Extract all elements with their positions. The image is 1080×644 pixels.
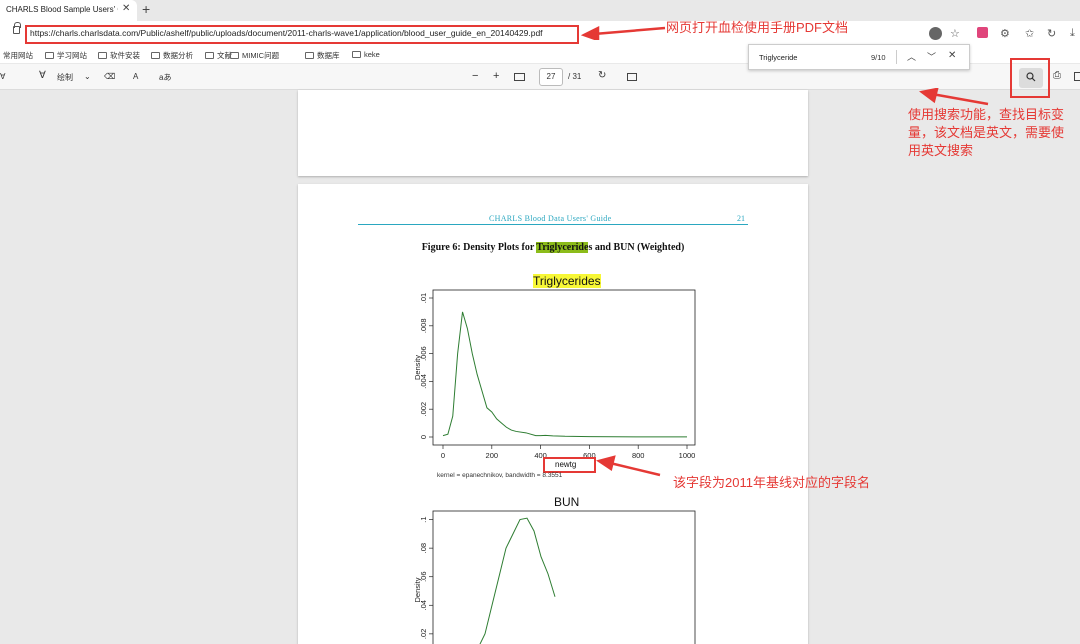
bookmark-数据库[interactable]: 数据库 [305, 50, 340, 61]
y-tick-label: .1 [419, 516, 428, 522]
x-axis-label: newtg [555, 460, 577, 469]
bookmark-数据分析[interactable]: 数据分析 [151, 50, 193, 61]
url-annotation-arrow [580, 25, 666, 40]
folder-icon [205, 52, 214, 59]
y-tick-label: .01 [419, 293, 428, 303]
find-input[interactable]: Triglyceride [759, 53, 797, 62]
find-next-icon[interactable]: ﹀ [927, 50, 936, 63]
y-tick-label: .002 [419, 402, 428, 417]
eraser-icon[interactable]: ⌫ [104, 72, 115, 81]
chevron-down-icon[interactable]: ⌄ [84, 72, 91, 81]
find-previous-icon[interactable]: ︿ [907, 50, 916, 63]
tab-title: CHARLS Blood Sample Users' Gu [6, 5, 118, 14]
zoom-in-button[interactable]: + [493, 70, 499, 82]
field-annotation-text: 该字段为2011年基线对应的字段名 [673, 475, 870, 490]
draw-button[interactable]: 绘制 [57, 72, 73, 83]
running-head: CHARLS Blood Data Users' Guide [489, 214, 612, 223]
bookmark-keke[interactable]: keke [352, 50, 380, 59]
favorites-icon[interactable]: ✩ [1025, 27, 1034, 40]
page-number-input[interactable]: 27 [539, 68, 563, 86]
bookmark-学习网站[interactable]: 学习网站 [45, 50, 87, 61]
tab-close-icon[interactable]: ✕ [122, 3, 130, 14]
search-match-highlight: Triglyceride [536, 242, 589, 253]
bookmark-常用网站[interactable]: 常用网站 [3, 50, 33, 61]
folder-icon [98, 52, 107, 59]
extensions-puzzle-icon[interactable]: ⚙ [1000, 27, 1010, 40]
read-aloud-button[interactable]: A [133, 72, 138, 81]
zoom-out-button[interactable]: − [472, 70, 478, 82]
tab-strip [0, 0, 1080, 21]
x-tick-label: 1000 [679, 451, 696, 460]
find-divider [896, 50, 897, 64]
density-line-triglycerides [442, 311, 687, 438]
translate-button[interactable]: aあ [159, 72, 171, 83]
draw-icon[interactable]: ∀ [39, 70, 46, 81]
print-icon[interactable]: ⎙ [1053, 70, 1061, 81]
history-icon[interactable]: ↻ [1047, 27, 1056, 40]
figure-title: Figure 6: Density Plots for Triglyceride… [421, 242, 685, 253]
downloads-icon[interactable]: ⤓ [1070, 27, 1075, 40]
folder-icon [352, 51, 361, 58]
rotate-icon[interactable]: ↻ [598, 70, 606, 81]
y-tick-label: .08 [419, 543, 428, 553]
pdf-page-previous [298, 90, 808, 176]
triglycerides-density-chart: 0 200 400 600 800 10000.002.004.006.008.01Den… [413, 289, 696, 460]
page-total: / 31 [568, 72, 582, 81]
page-number: 21 [737, 214, 745, 223]
url-highlight-box [25, 25, 579, 44]
plot-frame [432, 289, 696, 446]
y-axis-label: Density [413, 355, 422, 380]
header-rule [358, 224, 748, 225]
x-tick-label: 0 [441, 451, 445, 460]
bookmark-软件安装[interactable]: 软件安装 [98, 50, 140, 61]
y-tick-label: .008 [419, 318, 428, 333]
favorite-star-icon[interactable]: ☆ [950, 27, 960, 40]
folder-icon [230, 52, 239, 59]
chart-title-bun: BUN [554, 495, 580, 509]
highlight-icon[interactable]: ∀ [0, 72, 5, 81]
url-annotation-text: 网页打开血检使用手册PDF文档 [666, 20, 849, 35]
bun-density-chart: .02.04.06.08.1Density [413, 510, 696, 644]
page-view-icon[interactable] [627, 73, 637, 81]
plot-frame [432, 510, 696, 644]
save-icon[interactable] [1074, 72, 1080, 81]
bookmark-mimic[interactable]: MIMIC问题 [230, 50, 279, 61]
lock-icon[interactable] [13, 22, 21, 34]
search-annotation-text: 使用搜索功能，查找目标变量，该文档是英文，需要使用英文搜索 [908, 107, 1065, 158]
translate-page-icon[interactable] [929, 27, 942, 40]
bookmark-文献[interactable]: 文献 [205, 50, 232, 61]
x-tick-label: 200 [486, 451, 499, 460]
kernel-note: kernel = epanechnikov, bandwidth = 8.355… [437, 472, 563, 479]
fit-page-icon[interactable] [514, 73, 525, 81]
find-count: 9/10 [871, 53, 886, 62]
y-tick-label: 0 [419, 435, 428, 439]
y-tick-label: .02 [419, 629, 428, 639]
folder-icon [45, 52, 54, 59]
folder-icon [305, 52, 314, 59]
folder-icon [151, 52, 160, 59]
new-tab-button[interactable]: + [142, 1, 150, 17]
field-annotation-arrow [596, 455, 661, 477]
search-highlight-box [1010, 58, 1050, 98]
y-axis-label: Density [413, 577, 422, 602]
density-line-bun [479, 517, 556, 644]
find-close-icon[interactable]: ✕ [948, 50, 956, 61]
extension-icon[interactable] [977, 27, 988, 38]
